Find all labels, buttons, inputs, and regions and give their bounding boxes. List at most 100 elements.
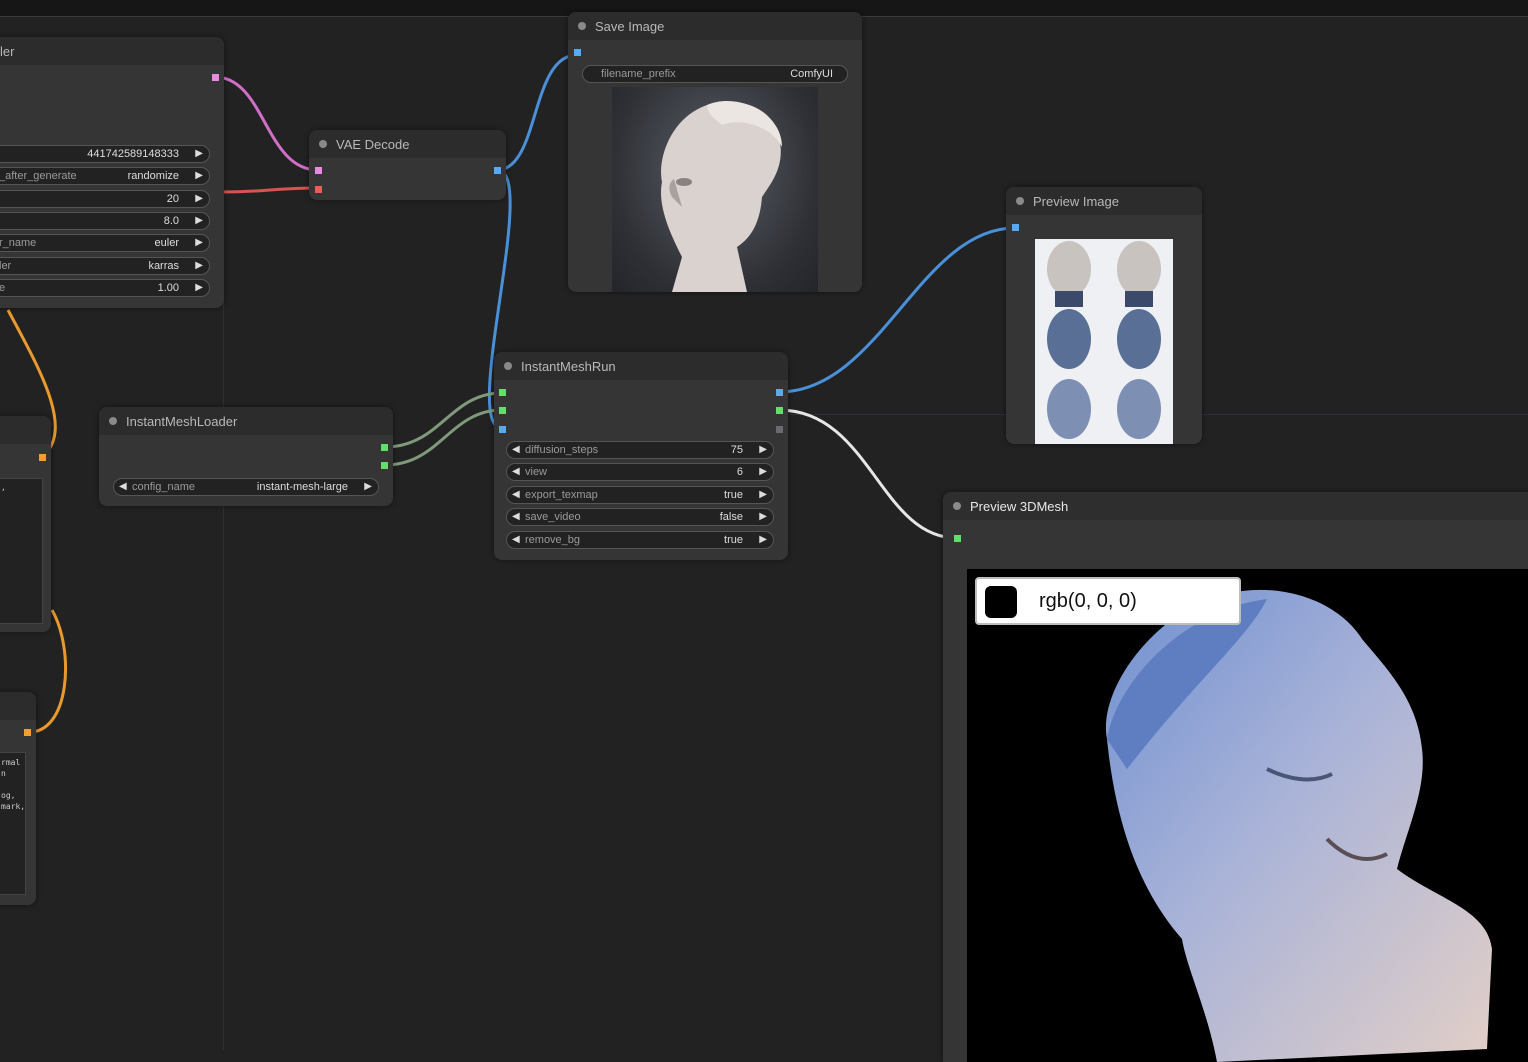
node-header[interactable]: Preview 3DMesh bbox=[943, 492, 1528, 520]
save-image-node[interactable]: Save Image filename_prefix ComfyUI bbox=[568, 12, 862, 292]
node-collapse-dot[interactable] bbox=[953, 502, 961, 510]
increment-arrow-icon[interactable]: ▶ bbox=[759, 466, 767, 477]
decrement-arrow-icon[interactable]: ◀ bbox=[512, 511, 520, 522]
clip-text-negative-node[interactable]: rmal n og, mark, bbox=[0, 692, 36, 905]
preview-image-node[interactable]: Preview Image bbox=[1006, 187, 1202, 444]
prompt-textarea[interactable]: , bbox=[0, 478, 43, 624]
bust-render-image bbox=[612, 87, 818, 292]
output-slot-images[interactable] bbox=[776, 389, 783, 396]
input-slot-model[interactable] bbox=[499, 389, 506, 396]
vae-decode-node[interactable]: VAE Decode bbox=[309, 130, 506, 200]
output-slot-conditioning[interactable] bbox=[24, 729, 31, 736]
node-widget[interactable]: ◀ save_video false ▶ bbox=[506, 508, 774, 527]
node-header[interactable]: ler bbox=[0, 37, 224, 65]
node-title: ler bbox=[0, 44, 15, 59]
input-slot-images[interactable] bbox=[574, 49, 581, 56]
output-slot-video[interactable] bbox=[776, 426, 783, 433]
input-slot-mesh[interactable] bbox=[954, 535, 961, 542]
decrement-arrow-icon[interactable]: ◀ bbox=[119, 481, 127, 492]
node-widget[interactable]: ◀441742589148333▶ bbox=[0, 145, 210, 163]
increment-arrow-icon[interactable]: ▶ bbox=[195, 170, 203, 181]
widget-label: view bbox=[525, 466, 548, 479]
node-header[interactable] bbox=[0, 692, 36, 720]
output-slot-conditioning[interactable] bbox=[39, 454, 46, 461]
input-slot-images[interactable] bbox=[1012, 224, 1019, 231]
prompt-textarea[interactable]: rmal n og, mark, bbox=[0, 752, 26, 895]
node-title: InstantMeshLoader bbox=[126, 414, 238, 429]
increment-arrow-icon[interactable]: ▶ bbox=[195, 193, 203, 204]
node-collapse-dot[interactable] bbox=[1016, 197, 1024, 205]
background-color-picker[interactable]: rgb(0, 0, 0) bbox=[975, 577, 1241, 625]
widget-label: ler bbox=[0, 259, 12, 272]
node-widget[interactable]: ◀_after_generaterandomize▶ bbox=[0, 167, 210, 186]
input-slot-vae[interactable] bbox=[315, 186, 322, 193]
increment-arrow-icon[interactable]: ▶ bbox=[195, 215, 203, 226]
increment-arrow-icon[interactable]: ▶ bbox=[195, 260, 203, 271]
widget-value: euler bbox=[154, 237, 179, 250]
node-header[interactable] bbox=[0, 416, 51, 444]
textarea-line: , bbox=[1, 483, 6, 492]
node-collapse-dot[interactable] bbox=[319, 140, 327, 148]
increment-arrow-icon[interactable]: ▶ bbox=[195, 237, 203, 248]
input-slot-samples[interactable] bbox=[315, 167, 322, 174]
increment-arrow-icon[interactable]: ▶ bbox=[364, 481, 372, 492]
increment-arrow-icon[interactable]: ▶ bbox=[759, 511, 767, 522]
color-value: rgb(0, 0, 0) bbox=[1039, 590, 1137, 612]
widget-label: _after_generate bbox=[0, 170, 77, 183]
node-widget[interactable]: ◀r_nameeuler▶ bbox=[0, 234, 210, 253]
output-slot-image[interactable] bbox=[494, 167, 501, 174]
increment-arrow-icon[interactable]: ▶ bbox=[759, 444, 767, 455]
output-slot-mesh[interactable] bbox=[776, 407, 783, 414]
widget-value: 1.00 bbox=[157, 281, 179, 294]
multiview-grid-icon bbox=[1047, 241, 1161, 439]
increment-arrow-icon[interactable]: ▶ bbox=[759, 534, 767, 545]
node-header[interactable]: Save Image bbox=[568, 12, 862, 40]
instant-mesh-loader-node[interactable]: InstantMeshLoader ◀ config_name instant-… bbox=[99, 407, 393, 506]
3d-mesh-viewport[interactable] bbox=[967, 569, 1528, 1062]
node-widget[interactable]: ◀ view 6 ▶ bbox=[506, 463, 774, 482]
color-swatch[interactable] bbox=[985, 586, 1017, 618]
node-header[interactable]: InstantMeshRun bbox=[494, 352, 788, 380]
input-slot-diffusion[interactable] bbox=[499, 407, 506, 414]
node-title: Preview Image bbox=[1033, 194, 1119, 209]
textarea-line: n bbox=[1, 769, 6, 778]
widget-label: filename_prefix bbox=[601, 68, 676, 80]
node-widget[interactable]: ◀8.0▶ bbox=[0, 211, 210, 230]
widget-value: 20 bbox=[166, 192, 179, 205]
widget-value: true bbox=[724, 533, 743, 546]
output-slot-model[interactable] bbox=[381, 444, 388, 451]
node-header[interactable]: InstantMeshLoader bbox=[99, 407, 393, 435]
widget-value: randomize bbox=[127, 170, 179, 183]
widget-label: save_video bbox=[525, 511, 581, 524]
multiview-grid-image bbox=[1035, 239, 1173, 444]
node-header[interactable]: Preview Image bbox=[1006, 187, 1202, 215]
decrement-arrow-icon[interactable]: ◀ bbox=[512, 444, 520, 455]
increment-arrow-icon[interactable]: ▶ bbox=[195, 148, 203, 159]
ksampler-node[interactable]: ler ◀441742589148333▶◀_after_generateran… bbox=[0, 37, 224, 308]
decrement-arrow-icon[interactable]: ◀ bbox=[512, 489, 520, 500]
output-slot-latent[interactable] bbox=[212, 74, 219, 81]
node-widget[interactable]: ◀20▶ bbox=[0, 189, 210, 208]
clip-text-node[interactable]: , bbox=[0, 416, 51, 632]
node-widget[interactable]: ◀ remove_bg true ▶ bbox=[506, 530, 774, 549]
node-collapse-dot[interactable] bbox=[109, 417, 117, 425]
node-widget[interactable]: ◀lerkarras▶ bbox=[0, 256, 210, 275]
increment-arrow-icon[interactable]: ▶ bbox=[759, 489, 767, 500]
input-slot-image[interactable] bbox=[499, 426, 506, 433]
link-latent bbox=[214, 75, 319, 172]
node-widget[interactable]: ◀ export_texmap true ▶ bbox=[506, 485, 774, 504]
filename-prefix-widget[interactable]: filename_prefix ComfyUI bbox=[582, 65, 848, 83]
decrement-arrow-icon[interactable]: ◀ bbox=[512, 466, 520, 477]
node-widget[interactable]: ◀ diffusion_steps 75 ▶ bbox=[506, 441, 774, 459]
node-header[interactable]: VAE Decode bbox=[309, 130, 506, 158]
widget-label: config_name bbox=[132, 481, 195, 493]
increment-arrow-icon[interactable]: ▶ bbox=[195, 282, 203, 293]
config-name-widget[interactable]: ◀ config_name instant-mesh-large ▶ bbox=[113, 478, 379, 496]
node-title: VAE Decode bbox=[336, 137, 410, 152]
node-collapse-dot[interactable] bbox=[578, 22, 586, 30]
node-collapse-dot[interactable] bbox=[504, 362, 512, 370]
decrement-arrow-icon[interactable]: ◀ bbox=[512, 534, 520, 545]
output-slot-diffusion[interactable] bbox=[381, 462, 388, 469]
instant-mesh-run-node[interactable]: InstantMeshRun ◀ diffusion_steps 75 ▶ ◀ view 6… bbox=[494, 352, 788, 560]
node-widget[interactable]: ◀e1.00▶ bbox=[0, 278, 210, 297]
